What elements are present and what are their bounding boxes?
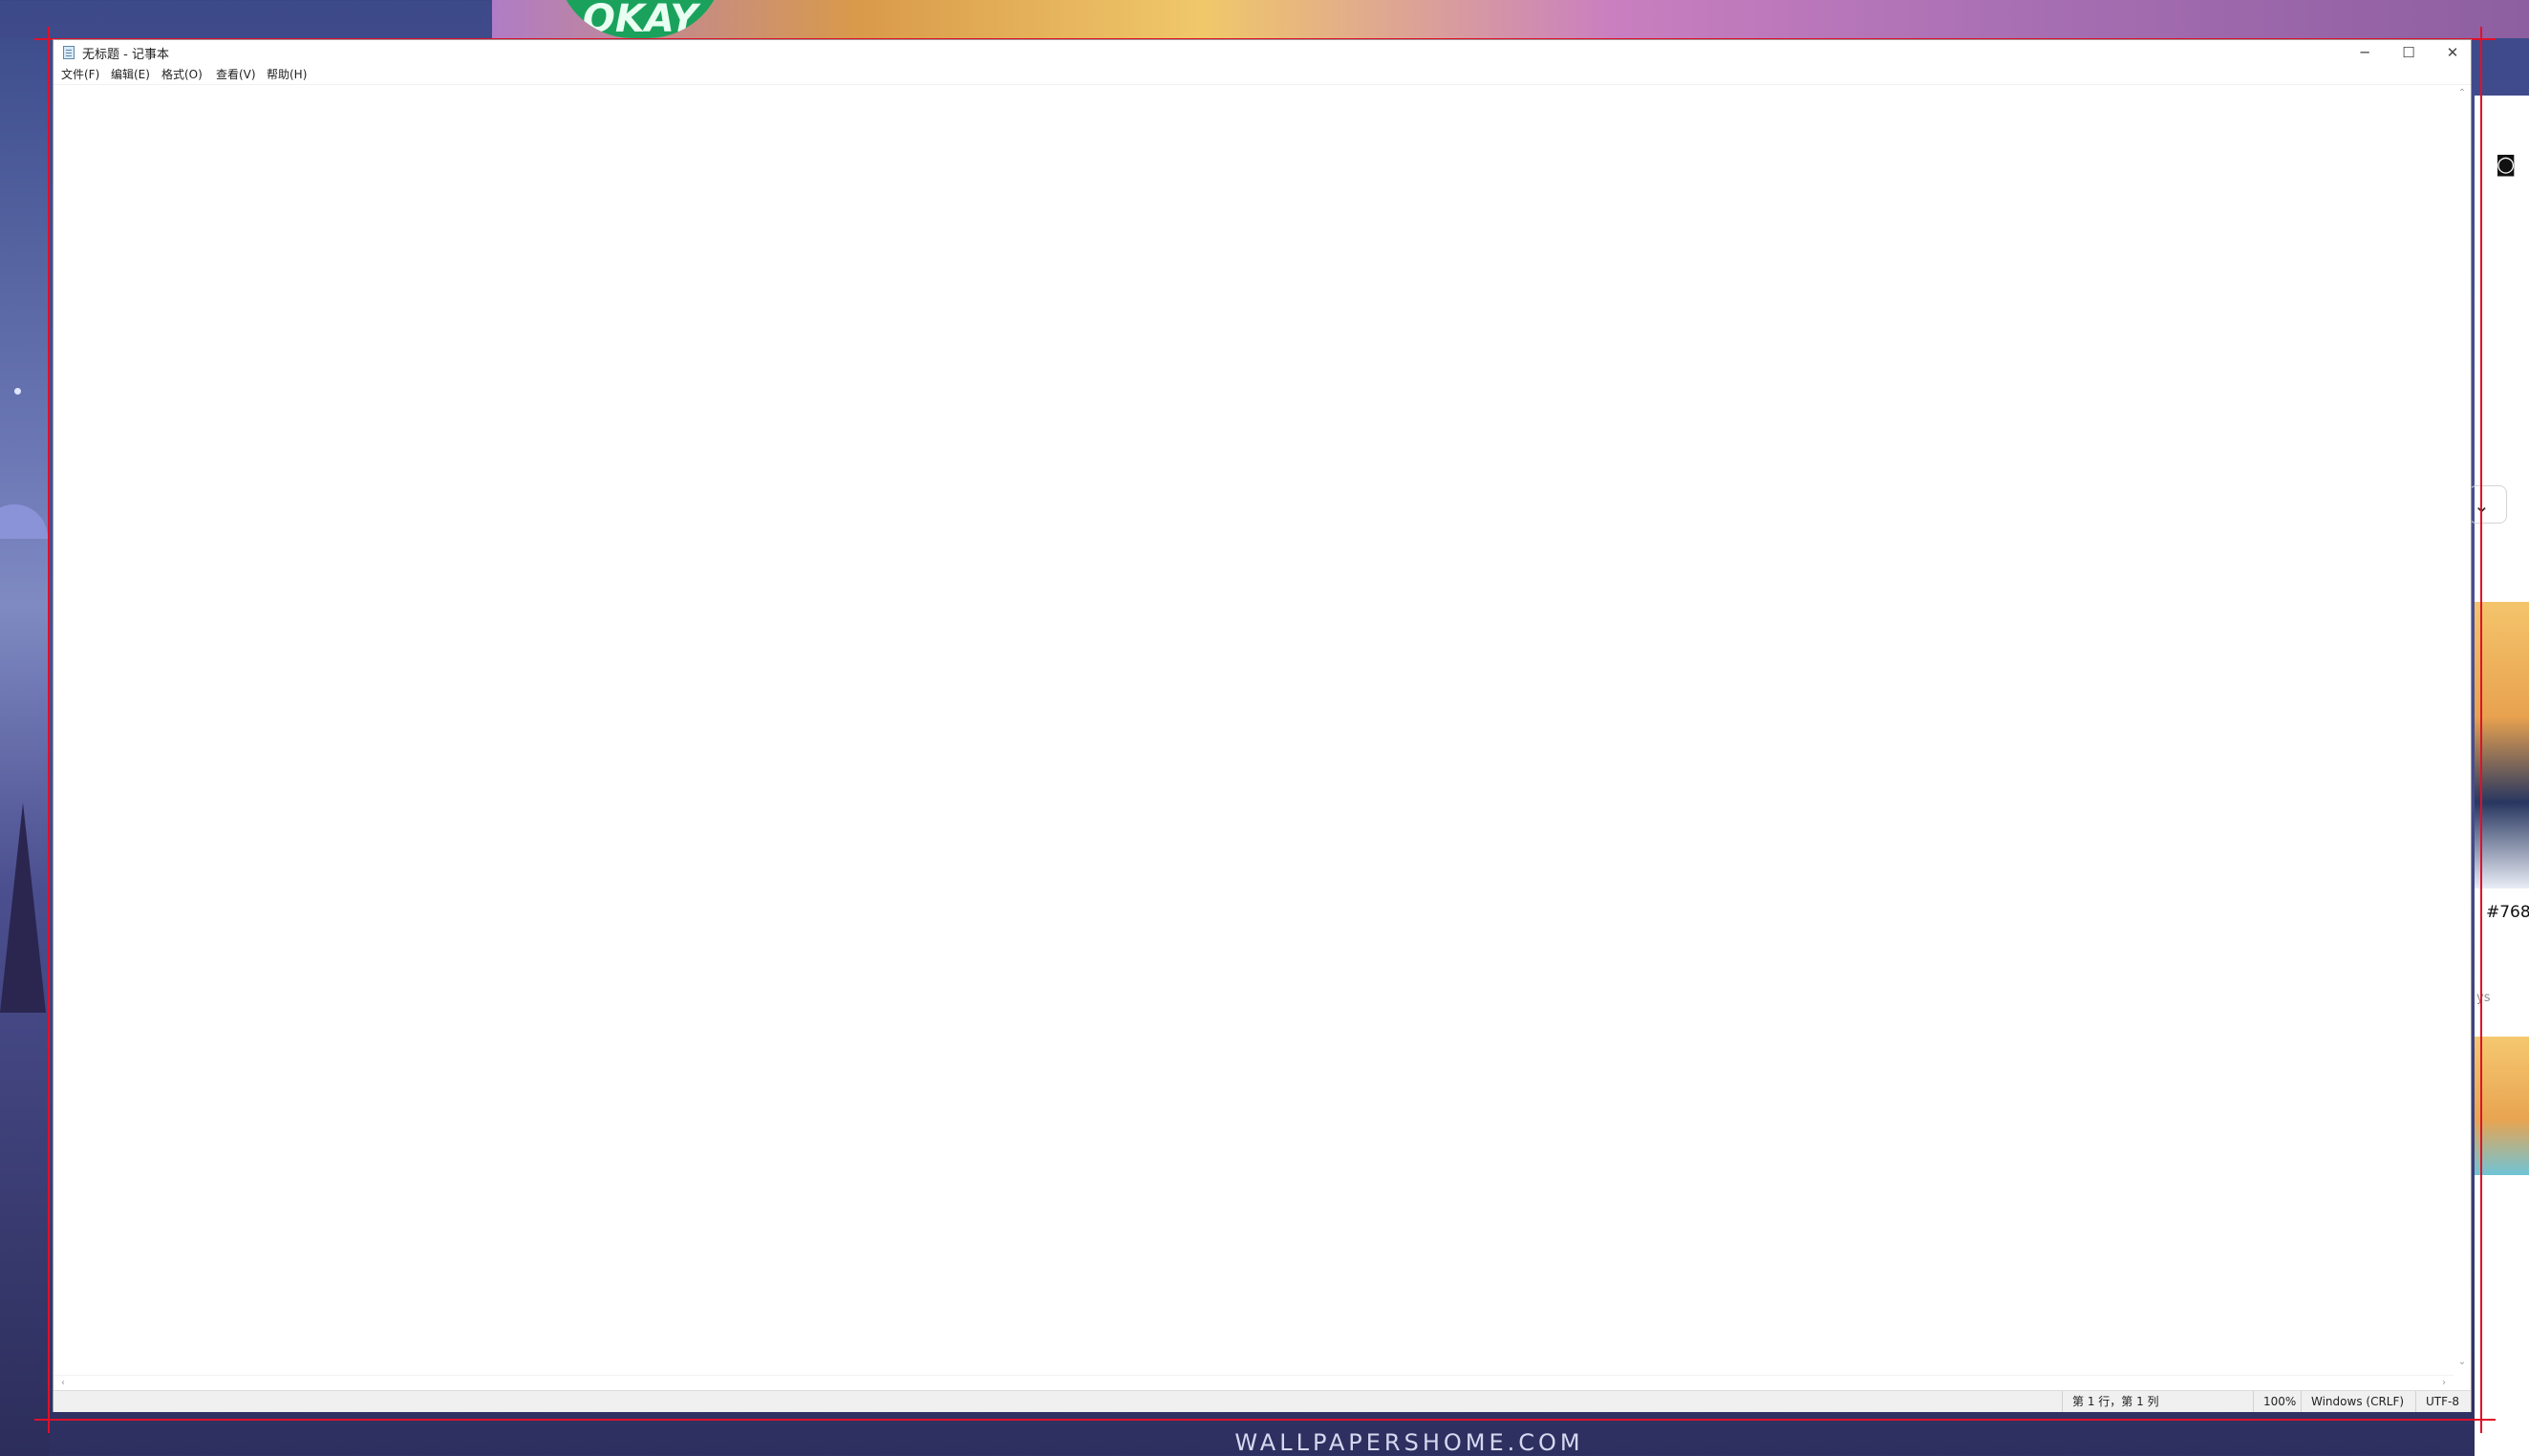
nft-thumbnail-image[interactable] <box>2475 1037 2529 1175</box>
menu-file[interactable]: 文件(F) <box>57 67 103 82</box>
line-ending: Windows (CRLF) <box>2301 1391 2415 1412</box>
menu-format[interactable]: 格式(O) <box>158 67 206 82</box>
nft-meta-text: ys <box>2476 991 2491 1005</box>
discord-icon[interactable]: ◙ <box>2496 153 2516 177</box>
wallpaper-tree <box>0 803 46 1013</box>
guide-line-bottom <box>34 1419 2496 1421</box>
text-editor[interactable] <box>54 85 2454 1375</box>
menu-bar: 文件(F) 编辑(E) 格式(O) 查看(V) 帮助(H) <box>54 65 2471 85</box>
wallpaper-moon <box>0 504 48 539</box>
guide-line-right <box>2480 27 2482 1433</box>
nft-avatar-image[interactable] <box>2475 602 2529 889</box>
vertical-scrollbar[interactable]: ⌃ ⌄ <box>2454 85 2471 1375</box>
maximize-button[interactable]: ☐ <box>2387 40 2431 65</box>
menu-edit[interactable]: 编辑(E) <box>107 67 154 82</box>
wallpaper-top-strip <box>492 0 2529 38</box>
scroll-right-icon[interactable]: › <box>2436 1376 2452 1391</box>
scroll-down-icon[interactable]: ⌄ <box>2454 1356 2471 1369</box>
encoding: UTF-8 <box>2415 1391 2471 1412</box>
menu-view[interactable]: 查看(V) <box>212 67 260 82</box>
scroll-left-icon[interactable]: ‹ <box>55 1376 71 1391</box>
scroll-up-icon[interactable]: ⌃ <box>2454 87 2471 100</box>
wallpaper-star <box>14 388 21 395</box>
horizontal-scrollbar[interactable]: ‹ › <box>54 1375 2454 1391</box>
chevron-down-icon[interactable]: ⌄ <box>2469 485 2507 524</box>
left-wallpaper <box>0 38 50 1456</box>
zoom-level: 100% <box>2253 1391 2301 1412</box>
nft-id-label: #7687 <box>2486 903 2529 922</box>
cursor-position: 第 1 行，第 1 列 <box>2062 1391 2253 1412</box>
close-button[interactable]: ✕ <box>2431 40 2475 65</box>
menu-help[interactable]: 帮助(H) <box>263 67 311 82</box>
status-bar: 第 1 行，第 1 列 100% Windows (CRLF) UTF-8 <box>54 1390 2471 1412</box>
notepad-window: 无标题 - 记事本 ─ ☐ ✕ 文件(F) 编辑(E) 格式(O) 查看(V) … <box>54 40 2471 1412</box>
notepad-icon <box>63 46 75 59</box>
wallpaper-watermark: WALLPAPERSHOME.COM <box>1234 1429 1584 1456</box>
title-bar[interactable]: 无标题 - 记事本 ─ ☐ ✕ <box>54 40 2471 65</box>
guide-line-left <box>48 27 50 1433</box>
window-title: 无标题 - 记事本 <box>82 48 169 62</box>
minimize-button[interactable]: ─ <box>2343 40 2387 65</box>
background-browser-panel: ◙ ⌄ #7687 ys <box>2469 96 2529 1456</box>
